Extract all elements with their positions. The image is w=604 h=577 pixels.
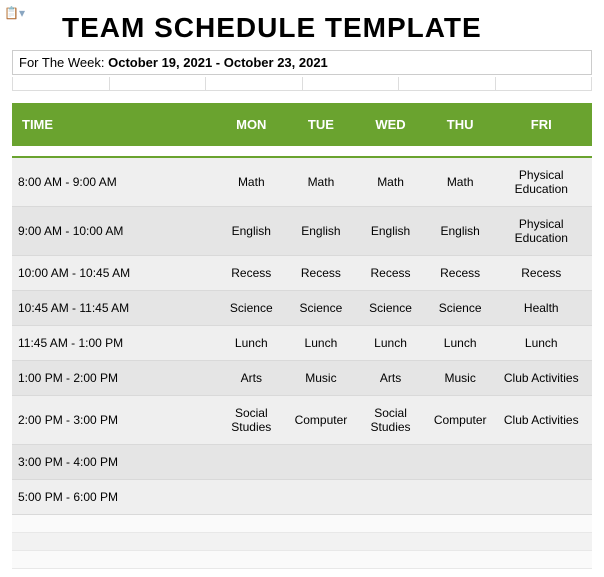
cell-fri: Lunch — [491, 326, 593, 361]
cell-time: 11:45 AM - 1:00 PM — [12, 326, 212, 361]
cell-fri: Club Activities — [491, 361, 593, 396]
cell-tue — [291, 480, 352, 515]
cell-wed: English — [351, 207, 430, 256]
cell-time: 8:00 AM - 9:00 AM — [12, 158, 212, 207]
schedule-table: TIME MON TUE WED THU FRI 8:00 AM - 9:00 … — [12, 103, 592, 569]
table-row: 1:00 PM - 2:00 PMArtsMusicArtsMusicClub … — [12, 361, 592, 396]
table-header: TIME MON TUE WED THU FRI — [12, 103, 592, 146]
cell-tue: Recess — [291, 256, 352, 291]
col-wed: WED — [351, 103, 430, 146]
col-tue: TUE — [291, 103, 352, 146]
cell-tue — [291, 445, 352, 480]
table-row: 11:45 AM - 1:00 PMLunchLunchLunchLunchLu… — [12, 326, 592, 361]
cell-fri: Recess — [491, 256, 593, 291]
cell-thu — [430, 480, 491, 515]
cell-wed — [351, 445, 430, 480]
cell-mon: Arts — [212, 361, 291, 396]
cell-time: 10:45 AM - 11:45 AM — [12, 291, 212, 326]
cell-tue: Science — [291, 291, 352, 326]
table-row: 10:45 AM - 11:45 AMScienceScienceScience… — [12, 291, 592, 326]
cell-tue: Math — [291, 158, 352, 207]
cell-thu: English — [430, 207, 491, 256]
cell-mon: Math — [212, 158, 291, 207]
table-row: 5:00 PM - 6:00 PM — [12, 480, 592, 515]
cell-mon: English — [212, 207, 291, 256]
cell-thu: Math — [430, 158, 491, 207]
table-row: 9:00 AM - 10:00 AMEnglishEnglishEnglishE… — [12, 207, 592, 256]
week-label: For The Week: — [19, 55, 105, 70]
cell-time: 5:00 PM - 6:00 PM — [12, 480, 212, 515]
table-row: 3:00 PM - 4:00 PM — [12, 445, 592, 480]
cell-mon: Recess — [212, 256, 291, 291]
cell-thu — [430, 445, 491, 480]
col-mon: MON — [212, 103, 291, 146]
cell-mon: Social Studies — [212, 396, 291, 445]
paste-dropdown-icon[interactable]: 📋▾ — [4, 6, 25, 20]
cell-time: 10:00 AM - 10:45 AM — [12, 256, 212, 291]
cell-wed: Recess — [351, 256, 430, 291]
cell-fri: Health — [491, 291, 593, 326]
cell-thu: Science — [430, 291, 491, 326]
empty-trailing-rows — [12, 515, 592, 569]
cell-mon — [212, 480, 291, 515]
cell-fri: Physical Education — [491, 158, 593, 207]
cell-tue: Computer — [291, 396, 352, 445]
table-row: 8:00 AM - 9:00 AMMathMathMathMathPhysica… — [12, 158, 592, 207]
cell-mon: Lunch — [212, 326, 291, 361]
table-row: 2:00 PM - 3:00 PMSocial StudiesComputerS… — [12, 396, 592, 445]
cell-wed: Social Studies — [351, 396, 430, 445]
cell-time: 2:00 PM - 3:00 PM — [12, 396, 212, 445]
cell-thu: Recess — [430, 256, 491, 291]
table-row: 10:00 AM - 10:45 AMRecessRecessRecessRec… — [12, 256, 592, 291]
cell-wed: Math — [351, 158, 430, 207]
cell-time: 1:00 PM - 2:00 PM — [12, 361, 212, 396]
cell-fri: Club Activities — [491, 396, 593, 445]
cell-tue: Lunch — [291, 326, 352, 361]
cell-wed: Lunch — [351, 326, 430, 361]
empty-grid-row — [12, 77, 592, 91]
page-title: TEAM SCHEDULE TEMPLATE — [62, 12, 592, 44]
cell-thu: Lunch — [430, 326, 491, 361]
cell-mon: Science — [212, 291, 291, 326]
cell-fri — [491, 445, 593, 480]
cell-thu: Computer — [430, 396, 491, 445]
cell-time: 3:00 PM - 4:00 PM — [12, 445, 212, 480]
cell-tue: English — [291, 207, 352, 256]
cell-tue: Music — [291, 361, 352, 396]
cell-wed: Science — [351, 291, 430, 326]
cell-time: 9:00 AM - 10:00 AM — [12, 207, 212, 256]
week-range: October 19, 2021 - October 23, 2021 — [108, 55, 328, 70]
cell-thu: Music — [430, 361, 491, 396]
col-fri: FRI — [491, 103, 593, 146]
cell-mon — [212, 445, 291, 480]
week-range-row: For The Week: October 19, 2021 - October… — [12, 50, 592, 75]
cell-fri — [491, 480, 593, 515]
cell-wed — [351, 480, 430, 515]
cell-fri: Physical Education — [491, 207, 593, 256]
cell-wed: Arts — [351, 361, 430, 396]
col-time: TIME — [12, 103, 212, 146]
col-thu: THU — [430, 103, 491, 146]
